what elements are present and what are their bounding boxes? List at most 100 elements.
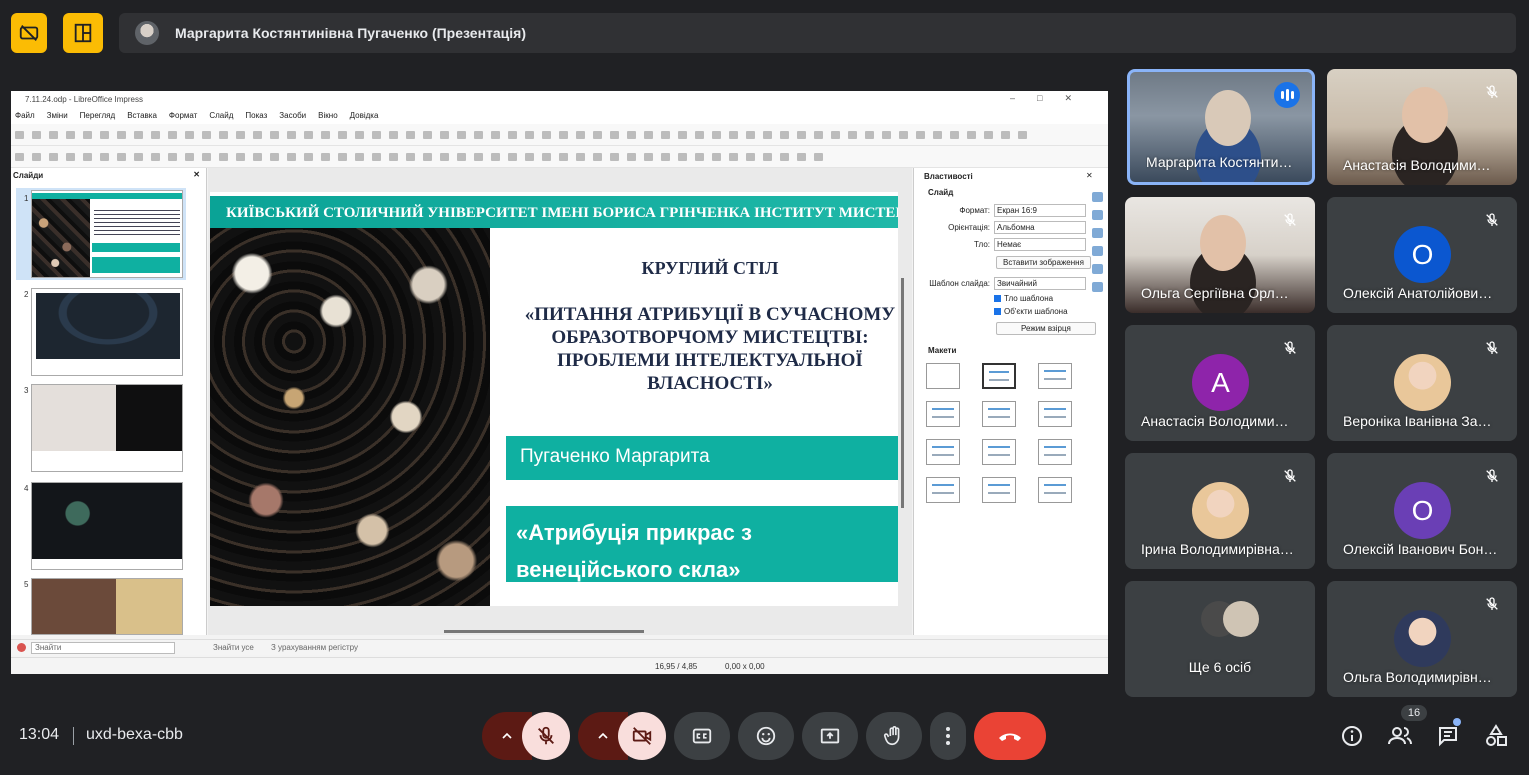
participant-tile[interactable]: Анастасія Володими…	[1327, 69, 1517, 185]
toolbar-button-icon[interactable]	[253, 153, 262, 161]
toolbar-button-icon[interactable]	[372, 153, 381, 161]
toolbar-button-icon[interactable]	[321, 153, 330, 161]
layout-option[interactable]	[926, 401, 960, 427]
participant-tile[interactable]: Вероніка Іванівна За…	[1327, 325, 1517, 441]
toolbar-button-icon[interactable]	[168, 153, 177, 161]
participant-tile[interactable]: А Анастасія Володими…	[1125, 325, 1315, 441]
menu-window[interactable]: Вікно	[318, 111, 337, 120]
toolbar-button-icon[interactable]	[712, 131, 721, 139]
chat-button[interactable]	[1434, 722, 1462, 750]
layout-option[interactable]	[926, 477, 960, 503]
format-select[interactable]: Екран 16:9	[994, 203, 1086, 217]
toolbar-button-icon[interactable]	[151, 131, 160, 139]
toolbar-button-icon[interactable]	[899, 131, 908, 139]
menu-file[interactable]: Файл	[15, 111, 35, 120]
toolbar-button-icon[interactable]	[202, 131, 211, 139]
orientation-select[interactable]: Альбомна	[994, 220, 1086, 234]
toolbar-button-icon[interactable]	[1001, 131, 1010, 139]
toolbar-button-icon[interactable]	[236, 153, 245, 161]
toolbar-button-icon[interactable]	[610, 153, 619, 161]
toolbar-button-icon[interactable]	[202, 153, 211, 161]
toolbar-button-icon[interactable]	[321, 131, 330, 139]
layout-option[interactable]	[1038, 363, 1072, 389]
toolbar-button-icon[interactable]	[270, 131, 279, 139]
toolbar-button-icon[interactable]	[593, 131, 602, 139]
toolbar-button-icon[interactable]	[355, 153, 364, 161]
toolbar-button-icon[interactable]	[457, 131, 466, 139]
toolbar-button-icon[interactable]	[440, 153, 449, 161]
slide-transition-icon[interactable]	[1092, 210, 1103, 220]
layout-button[interactable]	[63, 13, 103, 53]
toolbar-button-icon[interactable]	[151, 153, 160, 161]
toolbar-button-icon[interactable]	[984, 131, 993, 139]
match-case-checkbox[interactable]: З урахуванням регістру	[261, 643, 358, 652]
slide-thumbnail-3[interactable]	[31, 384, 183, 472]
toolbar-button-icon[interactable]	[882, 131, 891, 139]
toolbar-button-icon[interactable]	[304, 131, 313, 139]
find-input[interactable]: Знайти	[31, 642, 175, 654]
toolbar-button-icon[interactable]	[474, 131, 483, 139]
toolbar-button-icon[interactable]	[525, 153, 534, 161]
captions-button[interactable]	[674, 712, 730, 760]
meeting-details-button[interactable]	[1338, 722, 1366, 750]
master-select[interactable]: Звичайний	[994, 276, 1086, 290]
toolbar-button-icon[interactable]	[457, 153, 466, 161]
master-mode-button[interactable]: Режим взірця	[996, 322, 1096, 335]
styles-icon[interactable]	[1092, 264, 1103, 274]
toolbar-button-icon[interactable]	[950, 131, 959, 139]
toolbar-button-icon[interactable]	[406, 153, 415, 161]
menu-slideshow[interactable]: Показ	[245, 111, 267, 120]
toolbar-button-icon[interactable]	[185, 131, 194, 139]
toolbar-button-icon[interactable]	[117, 153, 126, 161]
toolbar-button-icon[interactable]	[423, 153, 432, 161]
toolbar-button-icon[interactable]	[933, 131, 942, 139]
toolbar-button-icon[interactable]	[1018, 131, 1027, 139]
participant-tile[interactable]: Ольга Володимирівн…	[1327, 581, 1517, 697]
toolbar-button-icon[interactable]	[372, 131, 381, 139]
menu-edit[interactable]: Зміни	[47, 111, 68, 120]
toolbar-button-icon[interactable]	[491, 153, 500, 161]
toolbar-button-icon[interactable]	[780, 153, 789, 161]
toolbar-button-icon[interactable]	[610, 131, 619, 139]
background-select[interactable]: Немає	[994, 237, 1086, 251]
close-find-icon[interactable]	[17, 643, 26, 652]
toolbar-button-icon[interactable]	[474, 153, 483, 161]
present-now-button[interactable]	[802, 712, 858, 760]
toolbar-button-icon[interactable]	[32, 153, 41, 161]
participant-tile[interactable]: Ольга Сергіївна Орл…	[1125, 197, 1315, 313]
toolbar-button-icon[interactable]	[253, 131, 262, 139]
toolbar-button-icon[interactable]	[15, 153, 24, 161]
toolbar-button-icon[interactable]	[440, 131, 449, 139]
toolbar-button-icon[interactable]	[661, 131, 670, 139]
layout-option[interactable]	[982, 363, 1016, 389]
participant-tile[interactable]: О Олексій Іванович Бон…	[1327, 453, 1517, 569]
master-objects-checkbox[interactable]: Об'єкти шаблона	[994, 307, 1068, 316]
toolbar-button-icon[interactable]	[559, 131, 568, 139]
close-icon[interactable]: ✕	[193, 170, 200, 179]
layout-option[interactable]	[982, 477, 1016, 503]
toolbar-button-icon[interactable]	[508, 153, 517, 161]
toolbar-button-icon[interactable]	[134, 153, 143, 161]
toolbar-button-icon[interactable]	[814, 153, 823, 161]
turn-off-captions-button[interactable]	[11, 13, 47, 53]
master-bg-checkbox[interactable]: Тло шаблона	[994, 294, 1053, 303]
layout-option[interactable]	[1038, 439, 1072, 465]
toolbar-button-icon[interactable]	[763, 131, 772, 139]
toolbar-button-icon[interactable]	[678, 131, 687, 139]
toolbar-button-icon[interactable]	[916, 131, 925, 139]
toolbar-button-icon[interactable]	[542, 153, 551, 161]
participant-tile[interactable]: О Олексій Анатолійови…	[1327, 197, 1517, 313]
toolbar-button-icon[interactable]	[423, 131, 432, 139]
toolbar-button-icon[interactable]	[287, 131, 296, 139]
layout-option[interactable]	[926, 439, 960, 465]
toolbar-button-icon[interactable]	[797, 153, 806, 161]
toolbar-button-icon[interactable]	[168, 131, 177, 139]
vertical-scrollbar[interactable]	[901, 278, 904, 508]
toolbar-button-icon[interactable]	[117, 131, 126, 139]
participant-tile[interactable]: Маргарита Костянти…	[1127, 69, 1315, 185]
toolbar-button-icon[interactable]	[406, 131, 415, 139]
menu-help[interactable]: Довідка	[350, 111, 379, 120]
toolbar-button-icon[interactable]	[83, 131, 92, 139]
toolbar-button-icon[interactable]	[627, 131, 636, 139]
toolbar-button-icon[interactable]	[355, 131, 364, 139]
